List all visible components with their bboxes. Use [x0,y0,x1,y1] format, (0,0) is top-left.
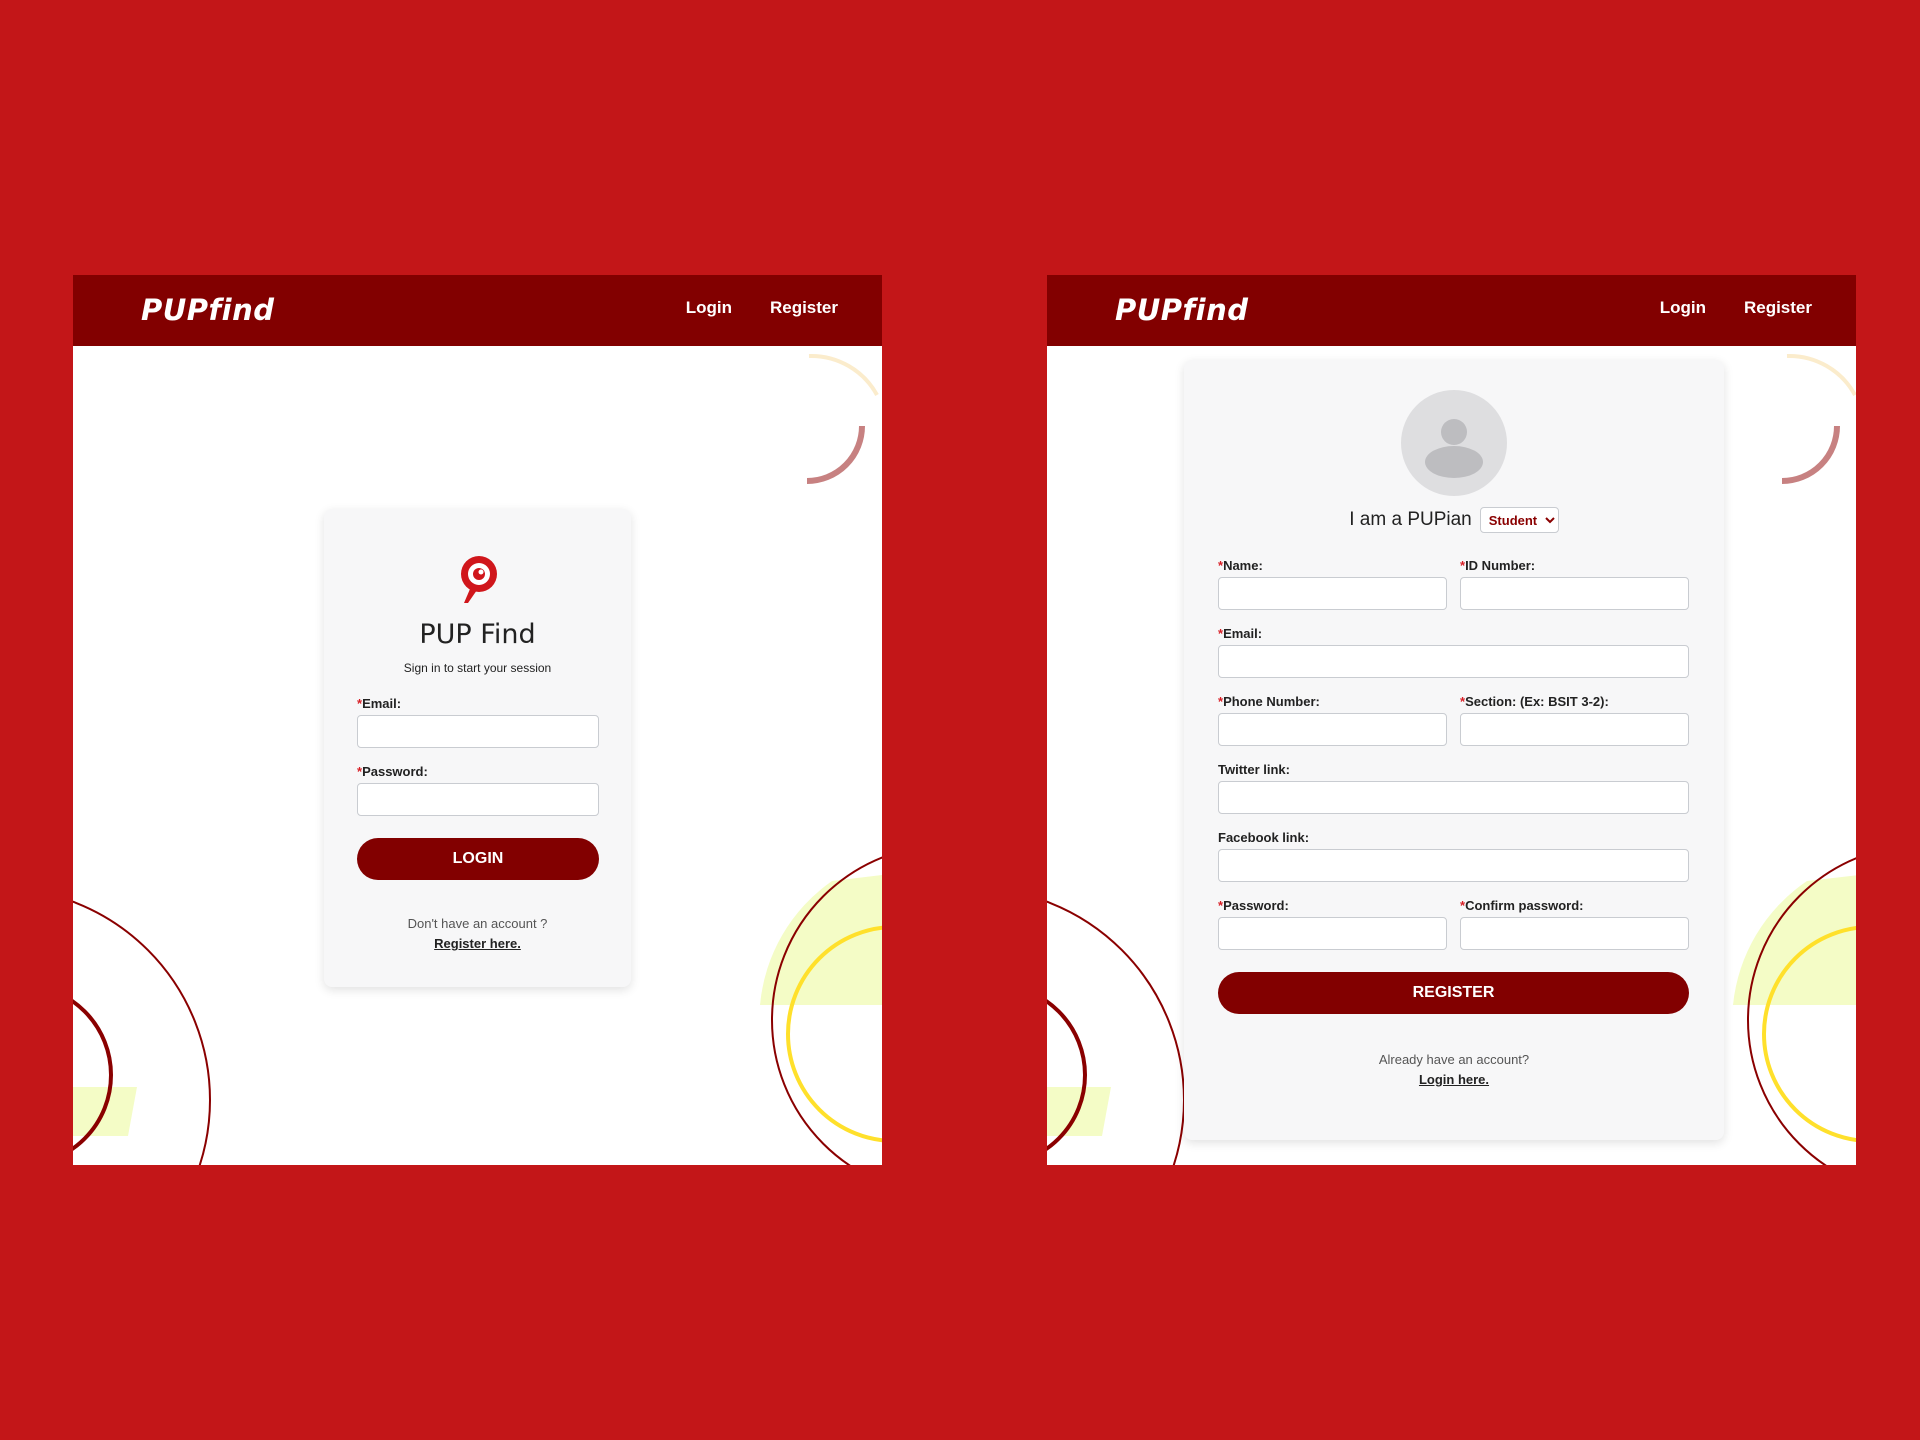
register-page-screenshot: PUPfind Login Register I am a PUPian Stu… [1047,275,1856,1165]
user-avatar-icon[interactable] [1401,390,1507,496]
login-password-input[interactable] [357,783,599,816]
nav-register-link[interactable]: Register [1744,298,1812,318]
email-label: *Email: [357,696,402,711]
login-page-screenshot: PUPfind Login Register PUP Find Sign in … [73,275,882,1165]
register-card: I am a PUPian Student *Name: *ID Number:… [1184,360,1724,1140]
confirm-password-input[interactable] [1460,917,1689,950]
facebook-link-input[interactable] [1218,849,1689,882]
nav-links: Login Register [686,298,838,318]
register-prompt-text: Don't have an account ? [407,916,548,931]
password-label: *Password: [1218,898,1289,913]
navbar: PUPfind Login Register [73,275,882,346]
register-here-link[interactable]: Register here. [324,936,631,951]
nav-login-link[interactable]: Login [686,298,732,318]
brand-logo[interactable]: PUPfind [141,293,275,327]
password-input[interactable] [1218,917,1447,950]
sign-in-subtitle: Sign in to start your session [403,661,552,675]
phone-number-label: *Phone Number: [1218,694,1320,709]
role-row: I am a PUPian Student [1184,507,1724,533]
login-email-input[interactable] [357,715,599,748]
nav-links: Login Register [1660,298,1812,318]
app-name-heading: PUP Find [419,619,536,650]
email-input[interactable] [1218,645,1689,678]
nav-login-link[interactable]: Login [1660,298,1706,318]
role-select[interactable]: Student [1479,507,1559,533]
facebook-link-label: Facebook link: [1218,830,1310,845]
phone-number-input[interactable] [1218,713,1447,746]
id-number-input[interactable] [1460,577,1689,610]
location-search-pin-icon [458,553,500,610]
login-card: PUP Find Sign in to start your session *… [324,509,631,987]
name-input[interactable] [1218,577,1447,610]
register-button[interactable]: REGISTER [1218,972,1689,1014]
twitter-link-label: Twitter link: [1218,762,1290,777]
twitter-link-input[interactable] [1218,781,1689,814]
section-input[interactable] [1460,713,1689,746]
name-label: *Name: [1218,558,1263,573]
navbar: PUPfind Login Register [1047,275,1856,346]
login-here-link[interactable]: Login here. [1184,1072,1724,1087]
login-button[interactable]: LOGIN [357,838,599,880]
email-label: *Email: [1218,626,1263,641]
login-prompt-text: Already have an account? [1378,1052,1530,1067]
password-label: *Password: [357,764,428,779]
brand-logo[interactable]: PUPfind [1115,293,1249,327]
section-label: *Section: (Ex: BSIT 3-2): [1460,694,1609,709]
id-number-label: *ID Number: [1460,558,1536,573]
confirm-password-label: *Confirm password: [1460,898,1584,913]
nav-register-link[interactable]: Register [770,298,838,318]
role-prefix-text: I am a PUPian [1349,509,1472,530]
